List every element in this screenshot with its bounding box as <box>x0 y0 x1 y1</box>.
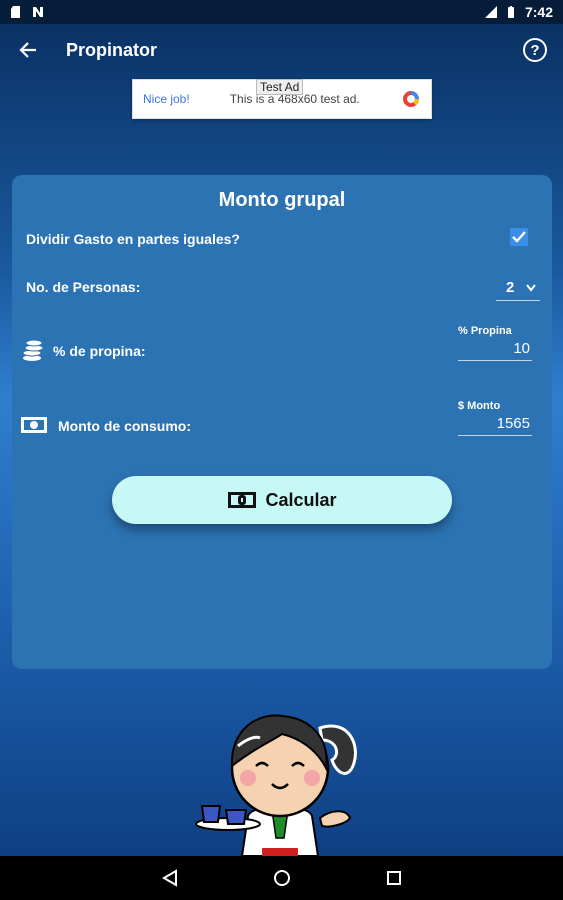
ad-nice-text: Nice job! <box>143 92 190 106</box>
amount-label: Monto de consumo: <box>58 418 191 434</box>
chevron-down-icon <box>526 283 536 292</box>
app-bar: Propinator ? <box>0 24 563 76</box>
n-notification-icon <box>33 7 43 17</box>
back-button[interactable] <box>16 38 40 62</box>
back-arrow-icon <box>19 42 36 58</box>
ad-tag: Test Ad <box>256 79 304 95</box>
app-title: Propinator <box>66 39 158 60</box>
persons-label: No. de Personas: <box>26 279 141 295</box>
coins-icon <box>22 339 44 361</box>
battery-icon <box>507 6 514 18</box>
amount-input[interactable]: 1565 <box>458 412 532 436</box>
nav-recents-icon[interactable] <box>385 869 403 887</box>
card-title: Monto grupal <box>218 189 346 211</box>
calculate-button[interactable]: Calcular <box>112 476 452 524</box>
tip-hint: % Propina <box>458 325 512 337</box>
status-bar: 7:42 <box>0 0 563 24</box>
calculate-label: Calcular <box>265 489 337 510</box>
persons-select[interactable]: 2 <box>496 275 540 301</box>
status-time: 7:42 <box>524 4 553 20</box>
calculator-bill-icon <box>228 492 257 508</box>
group-amount-card: Monto grupal Dividir Gasto en partes igu… <box>12 175 552 669</box>
tip-input[interactable]: 10 <box>458 337 532 361</box>
split-checkbox[interactable] <box>510 228 528 246</box>
signal-icon <box>484 6 497 18</box>
nav-back-icon[interactable] <box>161 869 179 887</box>
split-label: Dividir Gasto en partes iguales? <box>26 231 240 247</box>
help-icon: ? <box>530 41 540 59</box>
amount-hint: $ Monto <box>458 400 501 412</box>
tip-label: % de propina: <box>53 343 146 359</box>
persons-value: 2 <box>506 279 515 296</box>
banknote-icon <box>21 417 47 433</box>
help-button[interactable]: ? <box>523 38 547 62</box>
checkmark-icon <box>512 231 526 243</box>
ad-logo-icon <box>403 91 419 107</box>
navigation-bar <box>0 856 563 900</box>
nav-home-icon[interactable] <box>273 869 291 887</box>
waitress-mascot-illustration <box>195 714 357 856</box>
sd-card-icon <box>11 6 20 18</box>
